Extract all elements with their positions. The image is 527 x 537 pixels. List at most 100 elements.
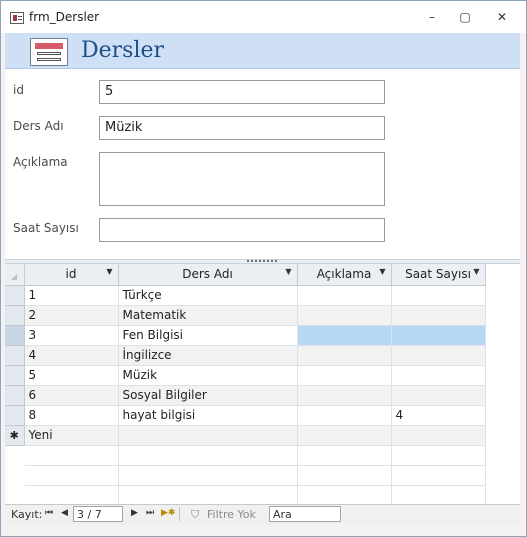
maximize-button[interactable]: ▢	[454, 8, 476, 26]
row-filler	[485, 385, 520, 405]
current-record-input[interactable]: 3 / 7	[73, 506, 123, 522]
cell-aciklama[interactable]	[297, 405, 392, 426]
chevron-down-icon[interactable]: ▼	[285, 267, 291, 276]
cell-ders-adi[interactable]: Matematik	[118, 305, 298, 326]
row-filler	[485, 405, 520, 425]
row-selector[interactable]	[5, 305, 25, 326]
select-all-corner[interactable]	[5, 264, 25, 286]
table-row[interactable]: 8 hayat bilgisi 4	[5, 405, 520, 426]
table-row[interactable]: 1 Türkçe	[5, 285, 520, 306]
row-selector[interactable]	[5, 325, 25, 346]
form-app-icon	[10, 12, 24, 24]
row-filler	[485, 345, 520, 365]
cell-saat-sayisi[interactable]: 4	[391, 405, 486, 426]
chevron-down-icon[interactable]: ▼	[473, 267, 479, 276]
filter-status[interactable]: ⛉ Filtre Yok	[185, 506, 265, 522]
form-detail: id 5 Ders Adı Müzik Açıklama Saat Sayısı	[5, 69, 520, 259]
form-window: frm_Dersler – ▢ ✕ Dersler id 5 Ders Adı …	[0, 0, 527, 537]
datasheet: id ▼ Ders Adı ▼ Açıklama ▼ Saat Sayısı ▼ 1 T…	[5, 264, 520, 504]
saat-sayisi-field[interactable]	[99, 218, 385, 242]
minimize-button[interactable]: –	[421, 8, 443, 26]
column-header-label: id	[65, 267, 77, 282]
record-label: Kayıt:	[11, 508, 43, 521]
chevron-down-icon[interactable]: ▼	[106, 267, 112, 276]
cell-saat-sayisi[interactable]	[391, 325, 486, 346]
cell-id[interactable]: 2	[24, 305, 119, 326]
cell-saat-sayisi[interactable]	[391, 425, 486, 446]
new-record-icon[interactable]: ✱	[5, 425, 25, 446]
prev-record-icon[interactable]: ◀	[61, 508, 68, 518]
cell-id[interactable]: 6	[24, 385, 119, 406]
column-header-id[interactable]: id ▼	[24, 264, 119, 286]
cell-aciklama[interactable]	[297, 305, 392, 326]
cell-ders-adi[interactable]: Fen Bilgisi	[118, 325, 298, 346]
row-selector[interactable]	[5, 405, 25, 426]
title-bar[interactable]: frm_Dersler – ▢ ✕	[1, 1, 526, 33]
window-title: frm_Dersler	[29, 10, 100, 24]
table-row[interactable]: 2 Matematik	[5, 305, 520, 326]
cell-saat-sayisi[interactable]	[391, 345, 486, 366]
id-field[interactable]: 5	[99, 80, 385, 104]
row-filler	[485, 365, 520, 385]
row-selector[interactable]	[5, 285, 25, 306]
datasheet-table: id ▼ Ders Adı ▼ Açıklama ▼ Saat Sayısı ▼ 1 T…	[5, 264, 520, 504]
cell-aciklama[interactable]	[297, 365, 392, 386]
row-filler	[485, 325, 520, 345]
saat-sayisi-label: Saat Sayısı	[13, 221, 79, 235]
ders-adi-field[interactable]: Müzik	[99, 116, 385, 140]
close-button[interactable]: ✕	[491, 8, 513, 26]
cell-aciklama[interactable]	[297, 325, 392, 346]
column-header-saat-sayisi[interactable]: Saat Sayısı ▼	[391, 264, 486, 286]
column-header-label: Saat Sayısı	[405, 267, 471, 282]
column-header-label: Açıklama	[316, 267, 372, 282]
filter-label: Filtre Yok	[207, 508, 256, 521]
table-row[interactable]: 5 Müzik	[5, 365, 520, 386]
cell-aciklama[interactable]	[297, 425, 392, 446]
table-row[interactable]: 4 İngilizce	[5, 345, 520, 366]
cell-saat-sayisi[interactable]	[391, 305, 486, 326]
aciklama-field[interactable]	[99, 152, 385, 206]
empty-row	[5, 465, 520, 486]
cell-ders-adi[interactable]	[118, 425, 298, 446]
search-input[interactable]: Ara	[269, 506, 341, 522]
cell-saat-sayisi[interactable]	[391, 365, 486, 386]
ders-adi-label: Ders Adı	[13, 119, 64, 133]
cell-id[interactable]: 3	[24, 325, 119, 346]
table-row[interactable]: 6 Sosyal Bilgiler	[5, 385, 520, 406]
header-filler	[485, 264, 520, 285]
empty-row	[5, 445, 520, 466]
id-label: id	[13, 83, 24, 97]
splitter-grip[interactable]	[247, 260, 277, 263]
separator	[179, 507, 180, 521]
new-record-label[interactable]: Yeni	[24, 425, 119, 446]
next-record-icon[interactable]: ▶	[131, 508, 138, 518]
cell-ders-adi[interactable]: Sosyal Bilgiler	[118, 385, 298, 406]
new-record-row[interactable]: ✱ Yeni	[5, 425, 520, 446]
last-record-icon[interactable]: ⏭	[146, 508, 154, 518]
cell-ders-adi[interactable]: Müzik	[118, 365, 298, 386]
cell-aciklama[interactable]	[297, 345, 392, 366]
row-selector[interactable]	[5, 345, 25, 366]
column-header-aciklama[interactable]: Açıklama ▼	[297, 264, 392, 286]
cell-saat-sayisi[interactable]	[391, 285, 486, 306]
cell-id[interactable]: 5	[24, 365, 119, 386]
new-record-nav-icon[interactable]: ▶✱	[161, 508, 175, 518]
row-selector[interactable]	[5, 365, 25, 386]
first-record-icon[interactable]: ⏮	[45, 508, 53, 518]
cell-ders-adi[interactable]: hayat bilgisi	[118, 405, 298, 426]
cell-ders-adi[interactable]: Türkçe	[118, 285, 298, 306]
cell-id[interactable]: 1	[24, 285, 119, 306]
empty-row	[5, 485, 520, 504]
column-header-ders-adi[interactable]: Ders Adı ▼	[118, 264, 298, 286]
cell-id[interactable]: 8	[24, 405, 119, 426]
table-row-current[interactable]: 3 Fen Bilgisi	[5, 325, 520, 346]
cell-aciklama[interactable]	[297, 285, 392, 306]
chevron-down-icon[interactable]: ▼	[379, 267, 385, 276]
cell-id[interactable]: 4	[24, 345, 119, 366]
cell-aciklama[interactable]	[297, 385, 392, 406]
cell-ders-adi[interactable]: İngilizce	[118, 345, 298, 366]
filter-icon: ⛉	[191, 508, 200, 521]
column-header-label: Ders Adı	[182, 267, 233, 282]
cell-saat-sayisi[interactable]	[391, 385, 486, 406]
row-selector[interactable]	[5, 385, 25, 406]
